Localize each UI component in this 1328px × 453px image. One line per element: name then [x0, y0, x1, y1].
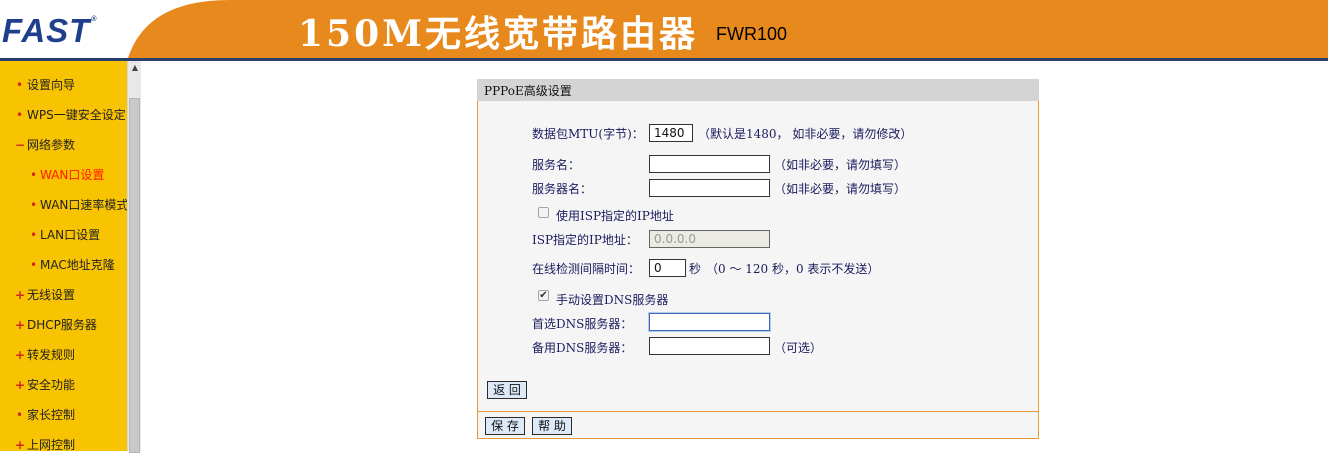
panel-header: PPPoE高级设置	[477, 79, 1039, 101]
sidebar-item-label: DHCP服务器	[27, 318, 97, 332]
sidebar-scrollbar[interactable]: ▲	[127, 61, 141, 453]
expand-icon: +	[15, 378, 26, 392]
bullet-icon: •	[30, 258, 38, 272]
use-isp-ip-checkbox[interactable]	[538, 207, 549, 218]
sidebar-item-label: 网络参数	[27, 138, 76, 152]
sidebar-item-network[interactable]: − 网络参数	[0, 130, 127, 160]
secondary-dns-hint: （可选）	[774, 341, 823, 355]
sidebar-item-label: 转发规则	[27, 348, 76, 362]
server-name-hint: （如非必要，请勿填写）	[774, 182, 907, 196]
expand-icon: +	[15, 318, 26, 332]
sidebar-item-mac-clone[interactable]: • MAC地址克隆	[0, 250, 127, 280]
secondary-dns-label: 备用DNS服务器：	[532, 341, 633, 355]
expand-icon: +	[15, 438, 26, 451]
scroll-thumb[interactable]	[129, 98, 140, 453]
expand-icon: +	[15, 288, 26, 302]
bullet-icon: •	[16, 108, 24, 122]
sidebar-item-label: 安全功能	[27, 378, 76, 392]
online-check-input[interactable]	[649, 259, 686, 277]
sidebar-item-dhcp[interactable]: + DHCP服务器	[0, 310, 127, 340]
panel-divider	[478, 411, 1038, 412]
online-check-unit: 秒	[689, 262, 702, 276]
bullet-icon: •	[30, 228, 38, 242]
scroll-up-icon[interactable]: ▲	[130, 64, 140, 72]
sidebar-item-setup-wizard[interactable]: • 设置向导	[0, 70, 127, 100]
header-banner: FAST® 150M无线宽带路由器 FWR100	[0, 0, 1328, 61]
manual-dns-checkbox[interactable]: ✔	[538, 290, 549, 301]
sidebar-item-access-control[interactable]: + 上网控制	[0, 430, 127, 451]
back-button[interactable]: 返 回	[487, 381, 527, 399]
sidebar-item-label: 家长控制	[27, 408, 76, 422]
pppoe-advanced-panel: PPPoE高级设置 数据包MTU(字节)： （默认是1480， 如非必要，请勿修…	[477, 79, 1039, 439]
save-button[interactable]: 保 存	[485, 417, 525, 435]
isp-ip-input	[649, 230, 770, 248]
sidebar-item-wan[interactable]: • WAN口设置	[0, 160, 127, 190]
fast-logo: FAST®	[2, 12, 98, 49]
product-title: 150M无线宽带路由器	[298, 13, 698, 55]
sidebar-item-label: WAN口设置	[40, 168, 105, 182]
service-name-label: 服务名：	[532, 158, 581, 172]
server-name-input[interactable]	[649, 179, 770, 197]
expand-icon: +	[15, 348, 26, 362]
mtu-hint: （默认是1480， 如非必要，请勿修改）	[698, 127, 913, 141]
service-name-input[interactable]	[649, 155, 770, 173]
mtu-label: 数据包MTU(字节)：	[532, 127, 644, 141]
sidebar-item-security[interactable]: + 安全功能	[0, 370, 127, 400]
sidebar-item-label: WPS一键安全设定	[27, 108, 126, 122]
bullet-icon: •	[16, 78, 24, 92]
sidebar-item-wireless[interactable]: + 无线设置	[0, 280, 127, 310]
sidebar-item-forwarding[interactable]: + 转发规则	[0, 340, 127, 370]
sidebar-item-wps[interactable]: • WPS一键安全设定	[0, 100, 127, 130]
sidebar-item-lan[interactable]: • LAN口设置	[0, 220, 127, 250]
mtu-input[interactable]	[649, 124, 693, 142]
sidebar-item-label: WAN口速率模式	[40, 198, 127, 212]
help-button[interactable]: 帮 助	[532, 417, 572, 435]
bullet-icon: •	[16, 408, 24, 422]
sidebar-menu: • 设置向导 • WPS一键安全设定 − 网络参数 • WAN口设置 • WAN…	[0, 61, 127, 451]
use-isp-ip-label: 使用ISP指定的IP地址	[556, 209, 674, 223]
sidebar-item-label: 设置向导	[27, 78, 76, 92]
primary-dns-label: 首选DNS服务器：	[532, 317, 633, 331]
server-name-label: 服务器名：	[532, 182, 593, 196]
panel-title: PPPoE高级设置	[484, 84, 572, 98]
secondary-dns-input[interactable]	[649, 337, 770, 355]
sidebar-item-wan-speed[interactable]: • WAN口速率模式	[0, 190, 127, 220]
isp-ip-label: ISP指定的IP地址：	[532, 233, 638, 247]
online-check-hint: （0 ～ 120 秒，0 表示不发送）	[706, 262, 880, 276]
service-name-hint: （如非必要，请勿填写）	[774, 158, 907, 172]
bullet-icon: •	[30, 168, 38, 182]
bullet-icon: •	[30, 198, 38, 212]
collapse-icon: −	[15, 138, 26, 152]
online-check-label: 在线检测间隔时间：	[532, 262, 641, 276]
manual-dns-label: 手动设置DNS服务器	[556, 293, 669, 307]
header-divider-line	[0, 58, 1328, 61]
sidebar-item-label: 上网控制	[27, 438, 76, 451]
sidebar-item-parental[interactable]: • 家长控制	[0, 400, 127, 430]
primary-dns-input[interactable]	[649, 313, 770, 331]
sidebar-item-label: MAC地址克隆	[40, 258, 115, 272]
model-name: FWR100	[716, 24, 788, 44]
sidebar-item-label: 无线设置	[27, 288, 76, 302]
sidebar-item-label: LAN口设置	[40, 228, 101, 242]
